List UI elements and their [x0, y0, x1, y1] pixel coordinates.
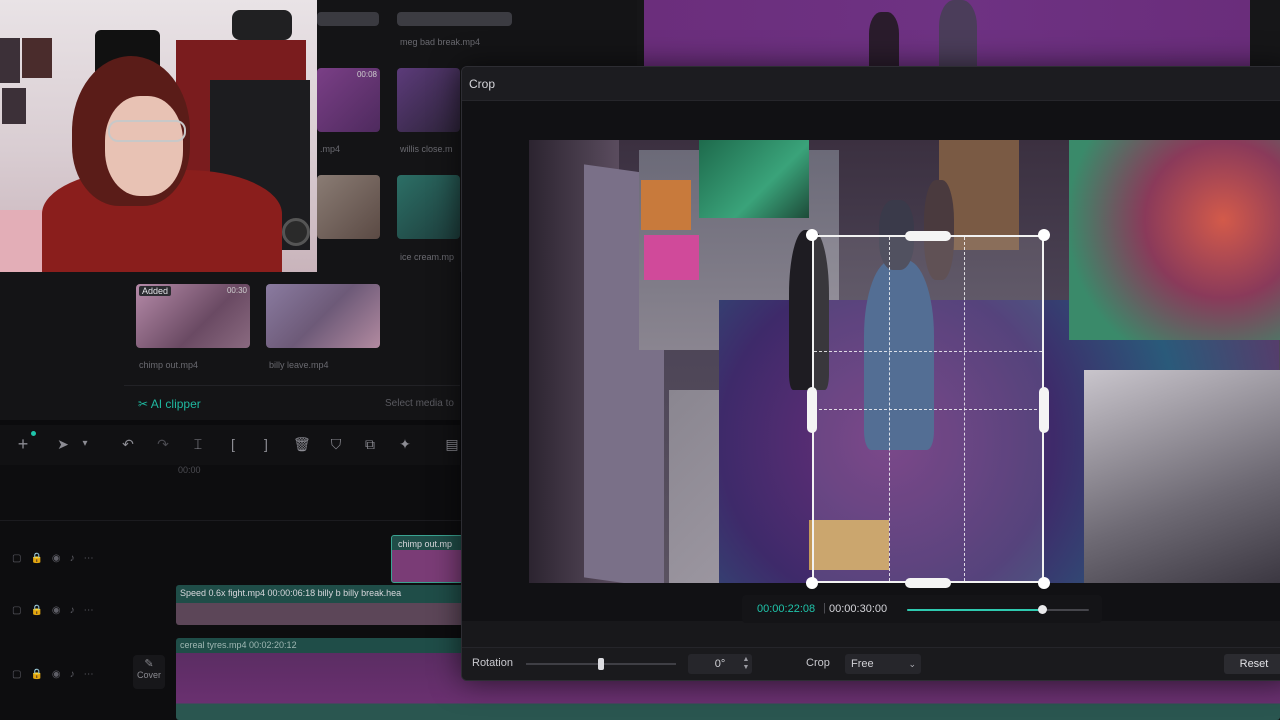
crop-handle-bottom-left[interactable] — [806, 577, 818, 589]
media-thumb-label: .mp4 — [320, 144, 341, 154]
chevron-down-icon: ⌄ — [908, 659, 916, 669]
media-thumb-duration: 00:08 — [356, 70, 377, 79]
media-thumb-label: chimp out.mp4 — [139, 360, 199, 370]
wall-poster — [0, 38, 20, 83]
track-controls[interactable]: ▢🔒◉♪⋯ — [12, 605, 103, 616]
timeline-clip-label: chimp out.mp — [398, 539, 453, 549]
tv-screen — [699, 140, 809, 218]
current-time: 00:00:22:08 — [757, 603, 816, 615]
media-thumb[interactable] — [397, 12, 512, 26]
crop-handle-right[interactable] — [1039, 387, 1049, 433]
rotation-stepper[interactable]: ▲ ▼ — [740, 656, 752, 672]
timeline-clip[interactable]: Speed 0.6x fight.mp4 00:00:06:18 billy b… — [176, 585, 466, 625]
delete-icon[interactable]: 🗑 — [293, 436, 311, 452]
split-icon[interactable]: ⌶ — [190, 436, 206, 452]
preview-figure — [869, 12, 899, 66]
wall-poster — [641, 180, 691, 230]
crop-handle-top-right[interactable] — [1038, 229, 1050, 241]
media-thumb[interactable] — [317, 12, 379, 26]
crop-handle-top[interactable] — [905, 231, 951, 241]
led-wall — [1069, 140, 1280, 340]
redo-icon[interactable]: ↷ — [155, 436, 171, 452]
media-thumb-label: willis close.m — [400, 144, 453, 154]
trim-right-icon[interactable]: ] — [258, 436, 274, 452]
rotation-label: Rotation — [472, 657, 513, 669]
crop-mode-select[interactable]: Free ⌄ — [845, 654, 921, 674]
bed-area — [1084, 370, 1280, 583]
media-thumb[interactable] — [317, 175, 380, 239]
crop-icon[interactable]: ⧉ — [362, 436, 378, 452]
total-time: 00:00:30:00 — [829, 603, 888, 615]
hat — [232, 10, 292, 40]
more-tools-icon[interactable]: ▤ — [444, 436, 460, 452]
playback-bar: 00:00:22:08 | 00:00:30:00 — [742, 595, 1102, 623]
playback-scrubber[interactable] — [1037, 605, 1047, 614]
add-icon[interactable]: + — [15, 435, 31, 453]
speaker — [282, 218, 310, 246]
webcam-overlay — [0, 0, 317, 272]
media-thumb-label: billy leave.mp4 — [269, 360, 329, 370]
media-thumb[interactable]: 00:08 — [317, 68, 380, 132]
chevron-down-icon[interactable]: ▾ — [77, 436, 93, 452]
preview-video — [644, 0, 1250, 66]
crop-mode-label: Crop — [806, 657, 830, 669]
media-thumb[interactable] — [397, 175, 460, 239]
crop-dialog-header — [462, 67, 1280, 101]
ai-clipper-button[interactable]: ✂ AI clipper — [138, 397, 201, 411]
notification-dot — [31, 431, 36, 436]
chevron-up-icon[interactable]: ▲ — [740, 656, 752, 664]
media-thumb[interactable] — [397, 68, 460, 132]
crop-handle-bottom[interactable] — [905, 578, 951, 588]
media-thumb-duration: 00:30 — [226, 286, 247, 295]
cover-button[interactable]: ✎ Cover — [133, 655, 165, 689]
wall-poster — [22, 38, 52, 78]
preview-figure — [939, 0, 977, 66]
crop-dialog-title: Crop — [469, 77, 496, 91]
media-thumb-label: ice cream.mp — [400, 252, 455, 262]
chevron-down-icon[interactable]: ▼ — [740, 664, 752, 672]
crop-handle-bottom-right[interactable] — [1038, 577, 1050, 589]
reset-button[interactable]: Reset — [1224, 654, 1280, 674]
pointer-icon[interactable]: ➤ — [55, 436, 71, 452]
added-badge: Added — [139, 286, 172, 296]
media-thumb[interactable]: Added 00:30 — [136, 284, 250, 348]
crop-selection-box[interactable] — [812, 235, 1044, 583]
crop-grid-line — [814, 409, 1042, 410]
trim-left-icon[interactable]: [ — [225, 436, 241, 452]
media-thumb-label: meg bad break.mp4 — [400, 37, 481, 47]
playback-progress-fill — [907, 609, 1042, 611]
timeline-clip[interactable]: chimp out.mp — [391, 535, 463, 583]
timeline-ruler-label: 00:00 — [178, 465, 201, 475]
timeline-clip-label: cereal tyres.mp4 00:02:20:12 — [180, 640, 297, 650]
playback-progress[interactable] — [907, 605, 1089, 614]
crop-handle-left[interactable] — [807, 387, 817, 433]
cover-label: Cover — [136, 670, 161, 680]
magic-icon[interactable]: ✦ — [397, 436, 413, 452]
glasses — [108, 120, 186, 142]
crop-mode-value: Free — [851, 658, 874, 670]
crop-handle-top-left[interactable] — [806, 229, 818, 241]
media-thumb[interactable] — [266, 284, 380, 348]
track-controls[interactable]: ▢🔒◉♪⋯ — [12, 669, 103, 680]
timeline-clip-label: Speed 0.6x fight.mp4 00:00:06:18 billy b… — [180, 588, 402, 598]
track-controls[interactable]: ▢🔒◉♪⋯ — [12, 553, 103, 564]
crop-dialog: Crop 00:00:22:08 | 00:00:30:00 Rotation … — [461, 66, 1280, 681]
wall-poster — [2, 88, 26, 124]
select-media-hint: Select media to — [385, 398, 454, 409]
ai-clipper-label: AI clipper — [150, 397, 201, 411]
wall-poster — [644, 235, 699, 280]
person-face — [105, 96, 183, 196]
undo-icon[interactable]: ↶ — [120, 436, 136, 452]
edit-icon: ✎ — [144, 658, 154, 670]
time-separator: | — [823, 602, 826, 614]
shield-icon[interactable]: ⛉ — [328, 436, 344, 452]
crop-grid-line — [814, 350, 1042, 352]
rotation-slider-thumb[interactable] — [598, 658, 604, 670]
